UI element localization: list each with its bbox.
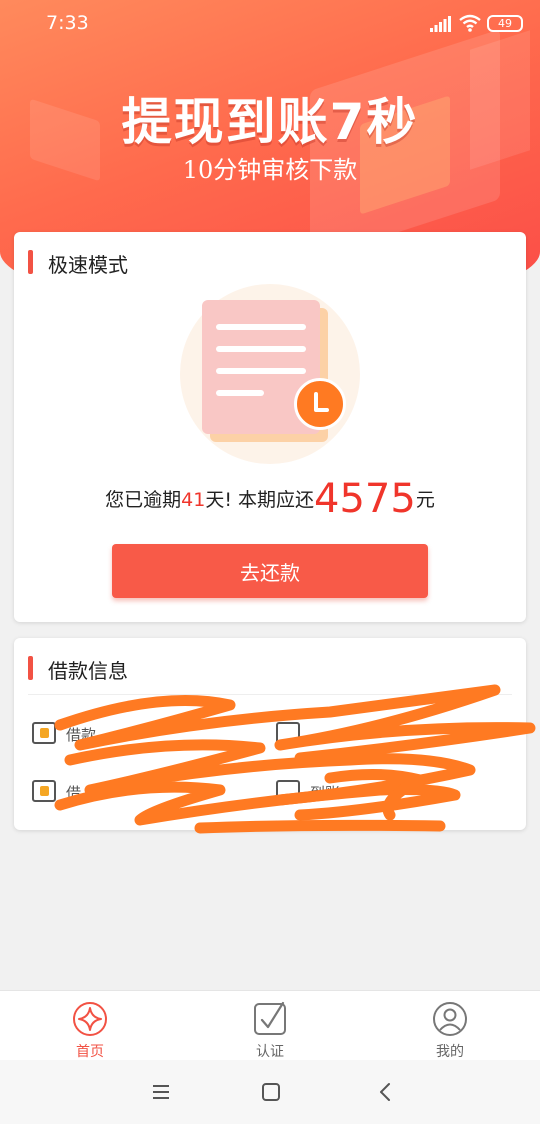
document-line [216,324,306,330]
loan-info-item: 到账 [276,778,496,808]
section-accent-bar [28,656,33,680]
tab-mine[interactable]: 我的 [360,991,540,1061]
amount-due: 4575 [314,476,416,522]
signal-icon [430,16,451,32]
loan-info-card: 借款信息 借款 借 到账 [14,638,526,830]
repay-button[interactable]: 去还款 [112,544,428,598]
tab-verify[interactable]: 认证 [180,991,360,1061]
tab-label: 认证 [256,1044,284,1060]
document-line [216,390,264,396]
section-accent-bar [28,250,33,274]
loan-info-item: 借款 [32,720,252,750]
id-card-icon [32,780,56,802]
tab-home[interactable]: 首页 [0,991,180,1061]
tab-label: 首页 [76,1044,104,1060]
overdue-middle: 天! 本期应还 [205,489,315,511]
menu-icon[interactable] [146,1078,176,1106]
document-line [216,346,306,352]
home-diamond-icon [73,1002,107,1036]
banner-subtitle: 10分钟审核下款 [182,156,358,184]
wifi-icon [459,14,481,32]
home-icon[interactable] [256,1078,286,1106]
status-bar: 7:33 49 [0,0,540,48]
tab-label: 我的 [436,1044,464,1060]
overdue-prefix: 您已逾期 [105,489,182,511]
divider [28,694,512,695]
user-icon [433,1002,467,1036]
battery-icon: 49 [487,15,523,32]
currency-unit: 元 [415,489,435,511]
overdue-days: 41 [181,489,206,511]
system-navigation-bar [0,1060,540,1124]
loan-info-label: 到账 [310,784,341,802]
loan-info-label: 借款 [66,726,97,744]
status-time: 7:33 [46,12,89,34]
loan-info-item [276,720,496,750]
checkmark-square-icon [254,1001,286,1035]
card-icon [276,722,300,744]
clock-icon [294,378,346,430]
banner-title: 提现到账7秒 [121,93,419,151]
document-line [216,368,306,374]
section-title: 极速模式 [48,253,128,277]
id-card-icon [32,722,56,744]
card-icon [276,780,300,802]
back-icon[interactable] [370,1078,400,1106]
overdue-message: 您已逾期41天! 本期应还4575元 [14,476,526,522]
loan-info-item: 借 [32,778,252,808]
loan-info-label: 借 [66,784,82,802]
section-title: 借款信息 [48,659,128,683]
bottom-tab-bar: 首页 认证 我的 [0,990,540,1060]
fast-mode-card: 极速模式 您已逾期41天! 本期应还4575元 去还款 [14,232,526,622]
